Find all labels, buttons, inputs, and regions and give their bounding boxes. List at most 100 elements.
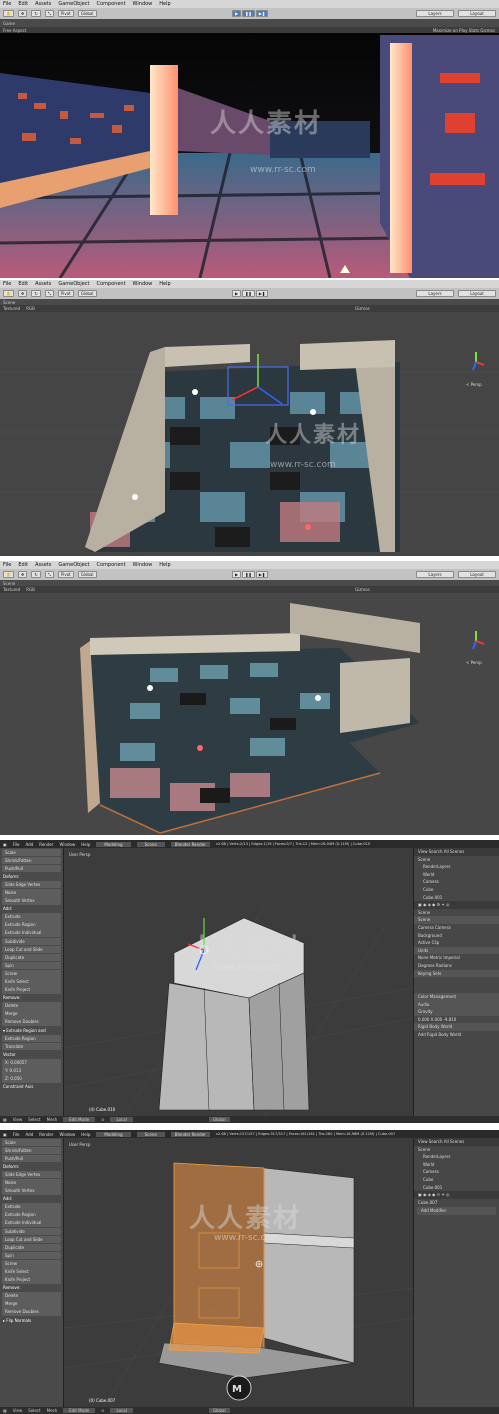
vector-y-field[interactable]: Y: 0.013 bbox=[2, 1067, 61, 1075]
scale-tool-button[interactable]: ⤡ bbox=[44, 571, 54, 578]
gravity-values[interactable]: 0.000 0.000 -9.810 bbox=[414, 1016, 499, 1024]
outliner-header[interactable]: View Search All Scenes bbox=[414, 848, 499, 856]
rgb-dropdown[interactable]: RGB bbox=[26, 587, 35, 592]
menu-assets[interactable]: Assets bbox=[35, 281, 51, 287]
scene-tab[interactable]: Scene bbox=[3, 581, 15, 586]
outliner-item[interactable]: Camera bbox=[414, 1168, 499, 1176]
scene-viewport-1[interactable]: < Persp 人人素材 www.rr-sc.com bbox=[0, 312, 499, 556]
tool-item[interactable]: Extrude Individual bbox=[2, 1219, 61, 1228]
pause-button[interactable]: ❚❚ bbox=[242, 10, 255, 17]
properties-tabs[interactable]: ▣ ◉ ◈ ◆ ⚙ ✦ ◎ bbox=[414, 1191, 499, 1199]
hand-tool-button[interactable]: ✋ bbox=[3, 571, 14, 578]
menu-help[interactable]: Help bbox=[159, 281, 170, 287]
persp-label[interactable]: < Persp bbox=[466, 660, 482, 665]
tool-item[interactable]: Knife Project bbox=[2, 986, 61, 994]
menu-help[interactable]: Help bbox=[159, 1, 170, 7]
color-management-header[interactable]: Color Management bbox=[414, 993, 499, 1001]
move-tool-button[interactable]: ✥ bbox=[17, 10, 28, 17]
view-icon[interactable]: ▦ bbox=[3, 1408, 7, 1413]
step-button[interactable]: ▶❚ bbox=[255, 571, 269, 578]
properties-tabs[interactable]: ▣ ◉ ◈ ◆ ⚙ ✦ ◎ bbox=[414, 901, 499, 909]
tool-item[interactable]: Knife Select bbox=[2, 978, 61, 986]
menu-help[interactable]: Help bbox=[81, 1132, 90, 1137]
pause-button[interactable]: ❚❚ bbox=[242, 290, 255, 297]
add-rigid-body-button[interactable]: Add Rigid Body World bbox=[414, 1031, 499, 1039]
operator-panel-header[interactable]: ▾ Extrude Region and bbox=[0, 1027, 63, 1035]
menu-gameobject[interactable]: GameObject bbox=[58, 281, 89, 287]
outliner-item[interactable]: Scene bbox=[414, 856, 499, 864]
menu-render[interactable]: Render bbox=[39, 842, 53, 847]
audio-header[interactable]: Audio bbox=[414, 1000, 499, 1009]
gravity-header[interactable]: Gravity bbox=[414, 1008, 499, 1016]
gizmos-dropdown[interactable]: Gizmos bbox=[355, 587, 370, 592]
global-toggle[interactable]: Global bbox=[77, 290, 97, 297]
menu-add[interactable]: Add bbox=[25, 1132, 33, 1137]
menu-component[interactable]: Component bbox=[97, 281, 126, 287]
view-menu[interactable]: View bbox=[13, 1117, 23, 1122]
mode-dropdown[interactable]: Edit Mode bbox=[63, 1408, 96, 1413]
scene-panel-header[interactable]: Scene bbox=[414, 916, 499, 924]
rotation-units-toggle[interactable]: Degrees Radians bbox=[414, 962, 499, 970]
play-button[interactable]: ▶ bbox=[232, 571, 242, 578]
tool-item[interactable]: Spin bbox=[2, 1251, 61, 1260]
gizmos-dropdown[interactable]: Gizmos bbox=[355, 306, 370, 311]
menu-file[interactable]: File bbox=[13, 842, 20, 847]
tool-item[interactable]: Extrude Region bbox=[2, 1211, 61, 1219]
mode-dropdown[interactable]: Edit Mode bbox=[63, 1117, 96, 1122]
outliner-item[interactable]: RenderLayers bbox=[414, 1153, 499, 1161]
rigid-body-header[interactable]: Rigid Body World bbox=[414, 1023, 499, 1032]
play-button[interactable]: ▶ bbox=[232, 10, 242, 17]
outliner-item[interactable]: Cube bbox=[414, 886, 499, 894]
menu-window[interactable]: Window bbox=[133, 281, 153, 287]
unit-system-toggle[interactable]: None Metric Imperial bbox=[414, 954, 499, 962]
play-button[interactable]: ▶ bbox=[232, 290, 242, 297]
pivot-toggle[interactable]: Pivot bbox=[57, 571, 74, 578]
outliner-item[interactable]: Cube bbox=[414, 1176, 499, 1184]
global-dropdown[interactable]: Global bbox=[208, 1117, 230, 1122]
layers-dropdown[interactable]: Layers bbox=[416, 10, 454, 17]
tool-item[interactable]: Duplicate bbox=[2, 953, 61, 962]
screen-layout-dropdown[interactable]: Modeling bbox=[96, 1131, 131, 1137]
layout-dropdown[interactable]: Layout bbox=[458, 290, 496, 297]
menu-window[interactable]: Window bbox=[59, 842, 75, 847]
scene-tab[interactable]: Scene bbox=[3, 300, 15, 305]
background-field[interactable]: Background bbox=[414, 932, 499, 940]
tool-item[interactable]: Translate bbox=[2, 1042, 61, 1051]
rotate-tool-button[interactable]: ↻ bbox=[31, 290, 41, 297]
3d-viewport-1[interactable]: User Persp (4) Cube.010 人人素材 www.rr-sc.c… bbox=[64, 848, 413, 1116]
screen-layout-dropdown[interactable]: Modeling bbox=[96, 841, 131, 847]
editor-type-icon[interactable]: ▣ bbox=[3, 1132, 7, 1137]
menu-window[interactable]: Window bbox=[133, 1, 153, 7]
menu-help[interactable]: Help bbox=[159, 562, 170, 568]
editor-type-icon[interactable]: ▣ bbox=[3, 842, 7, 847]
global-toggle[interactable]: Global bbox=[77, 571, 97, 578]
move-tool-button[interactable]: ✥ bbox=[17, 571, 28, 578]
menu-assets[interactable]: Assets bbox=[35, 1, 51, 7]
keying-sets-list[interactable] bbox=[414, 977, 499, 993]
render-mode-dropdown[interactable]: Textured bbox=[3, 587, 20, 592]
active-clip-field[interactable]: Active Clip bbox=[414, 939, 499, 947]
tool-item[interactable]: Scale bbox=[2, 848, 61, 857]
pivot-icon[interactable]: ⊙ bbox=[101, 1408, 104, 1413]
menu-add[interactable]: Add bbox=[25, 842, 33, 847]
pause-button[interactable]: ❚❚ bbox=[242, 571, 255, 578]
render-engine-dropdown[interactable]: Blender Render bbox=[170, 1131, 210, 1137]
rgb-dropdown[interactable]: RGB bbox=[26, 306, 35, 311]
select-menu[interactable]: Select bbox=[28, 1117, 40, 1122]
outliner-item[interactable]: Cube.001 bbox=[414, 894, 499, 902]
tool-item[interactable]: Merge bbox=[2, 1300, 61, 1308]
global-toggle[interactable]: Global bbox=[77, 10, 97, 17]
menu-help[interactable]: Help bbox=[81, 842, 90, 847]
global-dropdown[interactable]: Global bbox=[208, 1408, 230, 1413]
outliner-item[interactable]: Cube.001 bbox=[414, 1184, 499, 1192]
tool-item[interactable]: Duplicate bbox=[2, 1243, 61, 1252]
tool-item[interactable]: Smooth Vertex bbox=[2, 1187, 61, 1195]
layout-dropdown[interactable]: Layout bbox=[458, 571, 496, 578]
outliner-header[interactable]: View Search All Scenes bbox=[414, 1138, 499, 1146]
menu-gameobject[interactable]: GameObject bbox=[58, 562, 89, 568]
pivot-icon[interactable]: ⊙ bbox=[101, 1117, 104, 1122]
tool-item[interactable]: Delete bbox=[2, 1292, 61, 1300]
game-tab[interactable]: Game bbox=[3, 21, 15, 26]
layout-dropdown[interactable]: Layout bbox=[458, 10, 496, 17]
vector-x-field[interactable]: X: 0.00057 bbox=[2, 1058, 61, 1067]
